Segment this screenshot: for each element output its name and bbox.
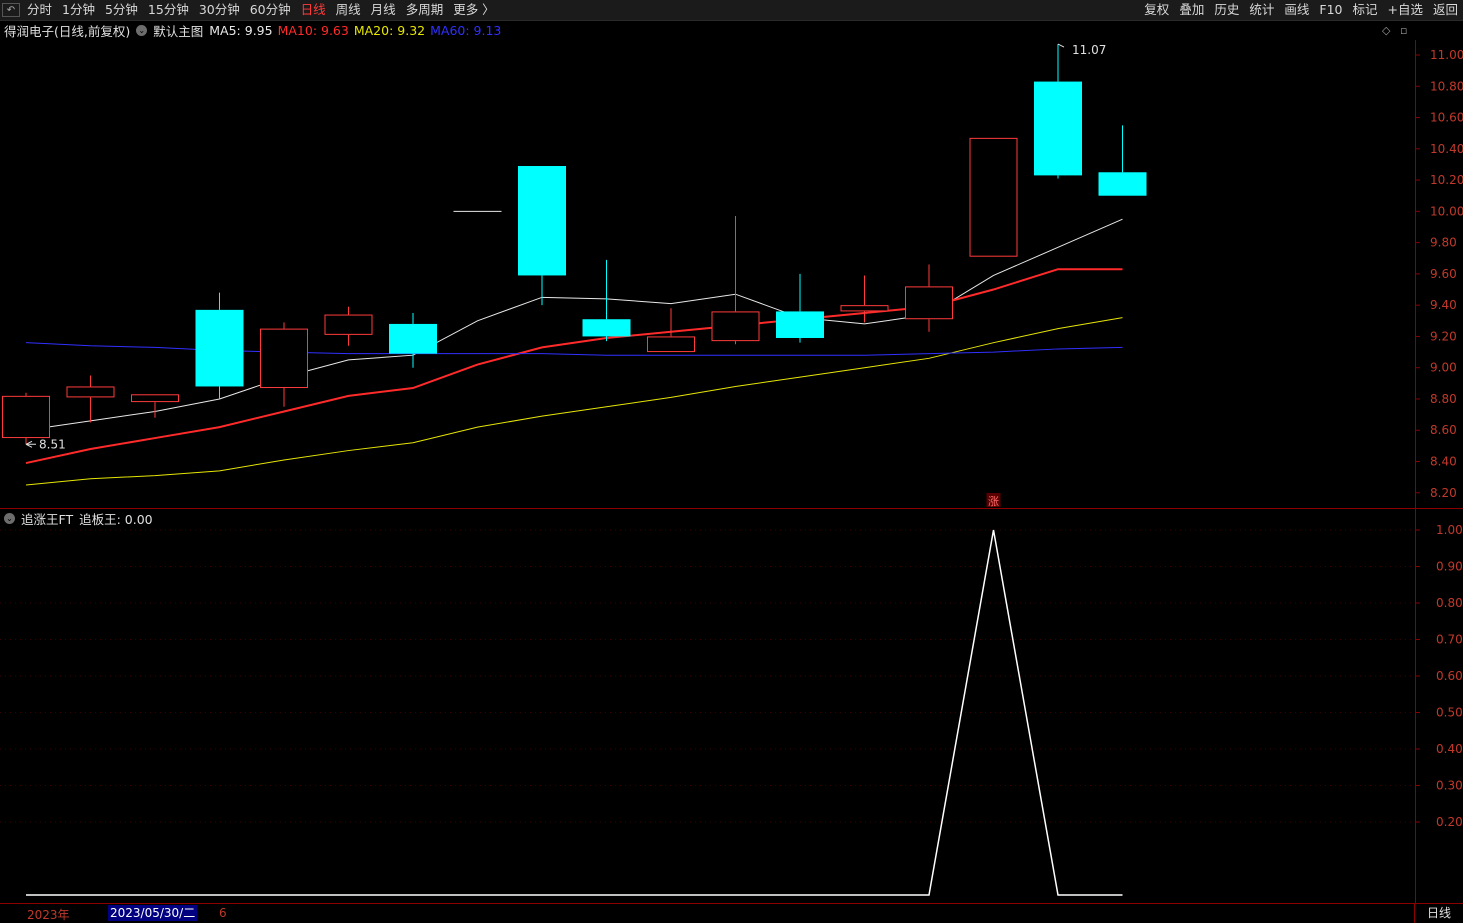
year-label: 2023年: [27, 908, 70, 922]
y-tick-label: 10.80: [1430, 79, 1463, 93]
y-tick-label: 9.20: [1430, 329, 1457, 343]
ind-y-tick-label: 0.30: [1436, 779, 1463, 793]
y-tick-label: 10.20: [1430, 173, 1463, 187]
kline-chart[interactable]: 11.00 10.80 10.60 10.40 10.20 10.00 9.80 9.60 9.…: [0, 0, 1463, 903]
candle: [776, 273, 824, 343]
y-tick-label: 8.80: [1430, 392, 1457, 406]
ind-y-tick-label: 0.40: [1436, 742, 1463, 756]
candle-body: [518, 166, 566, 276]
candle: [195, 292, 244, 399]
ind-y-tick-label: 0.80: [1436, 596, 1463, 610]
candle: [324, 306, 373, 346]
high-price-label: 11.07: [1072, 43, 1106, 57]
candle-body: [66, 386, 115, 398]
low-price-label: 8.51: [39, 437, 66, 451]
candle: [1034, 44, 1082, 179]
candle-body: [840, 305, 889, 312]
ma-line-ma5: [25, 218, 1123, 431]
candle: [711, 216, 760, 345]
candle: [389, 312, 437, 368]
ind-y-tick-label: 0.50: [1436, 706, 1463, 720]
candle-body: [389, 323, 437, 354]
y-tick-label: 10.40: [1430, 142, 1463, 156]
y-tick-label: 8.20: [1430, 486, 1457, 500]
period-indicator[interactable]: 日线: [1414, 904, 1463, 923]
candle-body: [647, 336, 695, 353]
candle-body: [2, 395, 50, 439]
candle: [969, 137, 1018, 257]
candle-body: [776, 311, 824, 338]
y-tick-label: 9.80: [1430, 236, 1457, 250]
date-extra: 6: [219, 906, 227, 920]
candle-body: [1034, 81, 1082, 176]
candle-body: [711, 311, 760, 342]
cursor-date: 2023/05/30/二: [108, 905, 198, 921]
candle: [66, 375, 115, 423]
candle: [1098, 125, 1147, 196]
y-tick-label: 9.60: [1430, 267, 1457, 281]
y-tick-label: 9.00: [1430, 361, 1457, 375]
candle-body: [582, 319, 631, 337]
candle: [260, 322, 308, 407]
ind-y-tick-label: 0.60: [1436, 669, 1463, 683]
ma-line-ma60: [25, 342, 1123, 356]
time-axis-bar: 2023年 2023/05/30/二 6 日线: [0, 903, 1463, 923]
candle-body: [324, 314, 373, 335]
ind-y-tick-label: 0.70: [1436, 633, 1463, 647]
candle-body: [195, 309, 244, 387]
y-tick-label: 10.60: [1430, 111, 1463, 125]
candle-body: [260, 328, 308, 389]
ind-y-tick-label: 0.20: [1436, 815, 1463, 829]
candle-body: [1098, 172, 1147, 196]
candle-body: [131, 394, 179, 403]
high-pointer: [1057, 43, 1065, 48]
y-tick-label: 11.00: [1430, 48, 1463, 62]
ind-y-tick-label: 1.00: [1436, 523, 1463, 537]
y-tick-label: 9.40: [1430, 298, 1457, 312]
y-tick-label: 8.40: [1430, 455, 1457, 469]
zhang-marker: 涨: [988, 495, 999, 508]
candle-body: [905, 286, 953, 320]
ind-y-tick-label: 0.90: [1436, 560, 1463, 574]
candle-body: [969, 137, 1018, 257]
candle: [518, 166, 566, 306]
y-tick-label: 8.60: [1430, 423, 1457, 437]
low-pointer: [25, 440, 36, 448]
candle: [905, 264, 953, 332]
y-tick-label: 10.00: [1430, 204, 1463, 218]
